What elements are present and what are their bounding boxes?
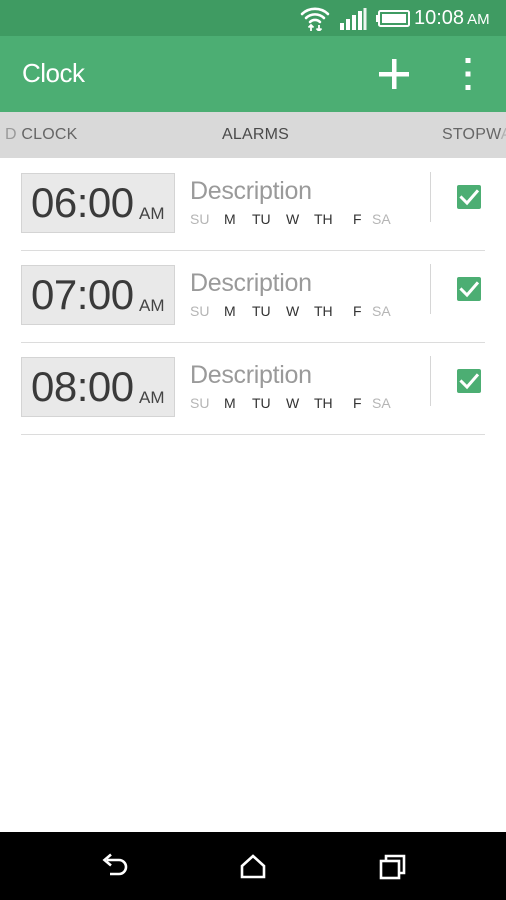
app-bar: Clock	[0, 36, 506, 112]
back-icon[interactable]	[98, 851, 130, 883]
more-vert-icon[interactable]	[450, 52, 486, 96]
row-divider	[430, 172, 431, 222]
alarm-row[interactable]: 08:00 AM Description SU M TU W TH F SA	[21, 342, 485, 435]
tab-alarms[interactable]: ALARMS	[222, 112, 289, 158]
checkmark-icon	[459, 189, 480, 206]
alarm-description: Description	[190, 361, 312, 389]
tab-clock-label: CLOCK	[21, 126, 78, 143]
alarm-description: Description	[190, 177, 312, 205]
alarm-repeat-days: SU M TU W TH F SA	[190, 210, 420, 230]
row-divider	[430, 264, 431, 314]
alarm-time-button[interactable]: 08:00 AM	[21, 357, 175, 417]
home-icon[interactable]	[237, 851, 269, 883]
alarm-enabled-checkbox[interactable]	[457, 277, 481, 301]
tab-stopwatch-label-fade: A	[501, 126, 506, 143]
alarm-row[interactable]: 07:00 AM Description SU M TU W TH F SA	[21, 250, 485, 343]
tab-clock[interactable]: D CLOCK	[5, 112, 78, 158]
alarm-day-m: M	[224, 395, 236, 411]
alarm-day-w: W	[286, 303, 300, 319]
battery-icon	[376, 10, 410, 27]
alarm-day-sa: SA	[372, 211, 391, 227]
tab-clock-cut: D	[5, 126, 17, 143]
tab-stopwatch[interactable]: STOPWA	[442, 112, 506, 158]
status-time: 10:08 AM	[414, 6, 490, 32]
alarm-ampm: AM	[139, 296, 165, 315]
alarm-time-button[interactable]: 06:00 AM	[21, 173, 175, 233]
alarm-day-f: F	[353, 211, 362, 227]
alarm-ampm: AM	[139, 204, 165, 223]
status-time-value: 10:08	[414, 7, 465, 29]
add-icon[interactable]	[374, 54, 414, 94]
alarm-day-m: M	[224, 211, 236, 227]
recent-apps-icon[interactable]	[377, 851, 409, 883]
alarm-ampm: AM	[139, 388, 165, 407]
alarm-day-tu: TU	[252, 211, 271, 227]
alarm-repeat-days: SU M TU W TH F SA	[190, 302, 420, 322]
alarm-day-tu: TU	[252, 303, 271, 319]
alarm-description: Description	[190, 269, 312, 297]
app-title: Clock	[22, 58, 85, 88]
alarm-day-w: W	[286, 211, 300, 227]
alarm-time: 06:00	[31, 179, 134, 226]
alarm-time-button[interactable]: 07:00 AM	[21, 265, 175, 325]
alarm-day-su: SU	[190, 395, 210, 411]
alarm-day-f: F	[353, 395, 362, 411]
alarm-day-su: SU	[190, 211, 210, 227]
alarm-day-sa: SA	[372, 395, 391, 411]
alarm-enabled-checkbox[interactable]	[457, 369, 481, 393]
alarm-day-su: SU	[190, 303, 210, 319]
alarm-day-th: TH	[314, 303, 333, 319]
status-time-ampm: AM	[467, 11, 490, 28]
wifi-icon	[300, 7, 330, 31]
checkmark-icon	[459, 281, 480, 298]
alarm-time: 07:00	[31, 271, 134, 318]
alarm-day-f: F	[353, 303, 362, 319]
status-bar: 10:08 AM	[0, 0, 506, 36]
checkmark-icon	[459, 373, 480, 390]
alarm-day-th: TH	[314, 211, 333, 227]
alarm-day-w: W	[286, 395, 300, 411]
alarm-repeat-days: SU M TU W TH F SA	[190, 394, 420, 414]
alarm-day-th: TH	[314, 395, 333, 411]
row-divider	[430, 356, 431, 406]
alarm-day-sa: SA	[372, 303, 391, 319]
alarm-row[interactable]: 06:00 AM Description SU M TU W TH F SA	[21, 158, 485, 251]
navigation-bar	[0, 832, 506, 900]
tab-stopwatch-label: STOPW	[442, 126, 501, 143]
signal-icon	[340, 8, 367, 30]
alarm-enabled-checkbox[interactable]	[457, 185, 481, 209]
alarm-day-tu: TU	[252, 395, 271, 411]
alarm-time: 08:00	[31, 363, 134, 410]
tab-strip: D CLOCK ALARMS STOPWA	[0, 112, 506, 158]
alarm-day-m: M	[224, 303, 236, 319]
